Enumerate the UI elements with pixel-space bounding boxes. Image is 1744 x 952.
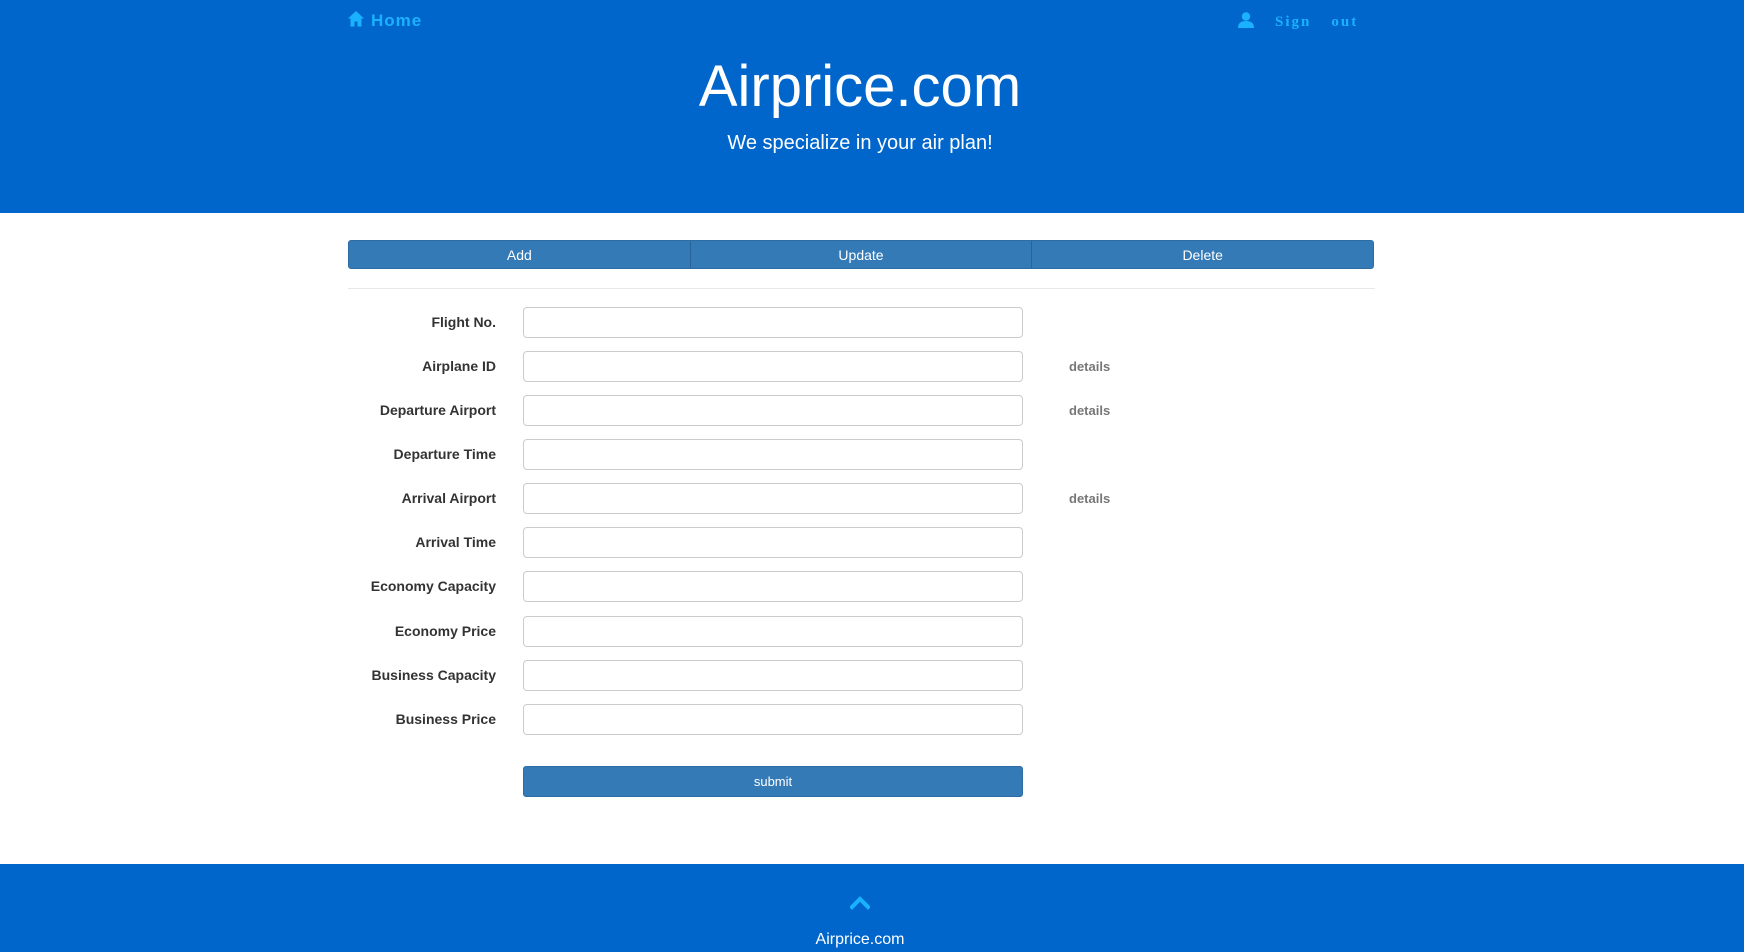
flight-no-input[interactable]	[523, 307, 1023, 338]
form-row-arrival-airport: Arrival Airport details	[0, 483, 1744, 514]
business-price-label: Business Price	[395, 711, 496, 727]
home-icon	[347, 10, 365, 33]
sign-out-link[interactable]: Sign out	[1237, 10, 1358, 34]
economy-capacity-label: Economy Capacity	[370, 578, 496, 594]
tab-delete[interactable]: Delete	[1031, 241, 1373, 268]
business-capacity-input[interactable]	[523, 660, 1023, 691]
form-row-business-capacity: Business Capacity	[0, 660, 1744, 691]
arrival-airport-label: Arrival Airport	[401, 490, 496, 506]
sign-out-label-sign: Sign	[1275, 13, 1312, 30]
tab-update[interactable]: Update	[689, 241, 1032, 268]
form-row-flight-no: Flight No.	[0, 307, 1744, 338]
site-title: Airprice.com	[698, 54, 1022, 119]
footer-brand: Airprice.com	[815, 931, 905, 948]
form-row-economy-price: Economy Price	[0, 616, 1744, 647]
form-row-arrival-time: Arrival Time	[0, 527, 1744, 558]
divider	[348, 288, 1375, 289]
site-header: Home Sign out Airprice.com We specialize…	[0, 0, 1744, 213]
arrival-airport-input[interactable]	[523, 483, 1023, 514]
airplane-id-details-link[interactable]: details	[1069, 351, 1110, 382]
economy-price-input[interactable]	[523, 616, 1023, 647]
form-row-departure-airport: Departure Airport details	[0, 395, 1744, 426]
form-row-departure-time: Departure Time	[0, 439, 1744, 470]
site-footer: Airprice.com	[0, 864, 1744, 952]
action-tabs: Add Update Delete	[348, 240, 1374, 269]
flight-no-label: Flight No.	[431, 314, 496, 330]
sign-out-label-out: out	[1331, 13, 1359, 30]
departure-time-input[interactable]	[523, 439, 1023, 470]
home-label: Home	[371, 11, 423, 30]
form-row-business-price: Business Price	[0, 704, 1744, 735]
submit-button[interactable]: submit	[523, 766, 1023, 797]
user-icon	[1237, 11, 1275, 34]
departure-airport-label: Departure Airport	[379, 402, 496, 418]
tab-add[interactable]: Add	[349, 241, 690, 268]
home-link[interactable]: Home	[347, 9, 422, 33]
departure-airport-details-link[interactable]: details	[1069, 395, 1110, 426]
site-subtitle: We specialize in your air plan!	[727, 132, 993, 154]
arrival-airport-details-link[interactable]: details	[1069, 483, 1110, 514]
departure-airport-input[interactable]	[523, 395, 1023, 426]
business-capacity-label: Business Capacity	[371, 667, 497, 683]
airplane-id-input[interactable]	[523, 351, 1023, 382]
business-price-input[interactable]	[523, 704, 1023, 735]
arrival-time-label: Arrival Time	[415, 534, 496, 550]
economy-capacity-input[interactable]	[523, 571, 1023, 602]
airplane-id-label: Airplane ID	[422, 358, 496, 374]
arrival-time-input[interactable]	[523, 527, 1023, 558]
form-row-economy-capacity: Economy Capacity	[0, 571, 1744, 602]
form-row-airplane-id: Airplane ID details	[0, 351, 1744, 382]
economy-price-label: Economy Price	[394, 623, 496, 639]
chevron-up-icon[interactable]	[849, 896, 871, 910]
departure-time-label: Departure Time	[393, 446, 496, 462]
